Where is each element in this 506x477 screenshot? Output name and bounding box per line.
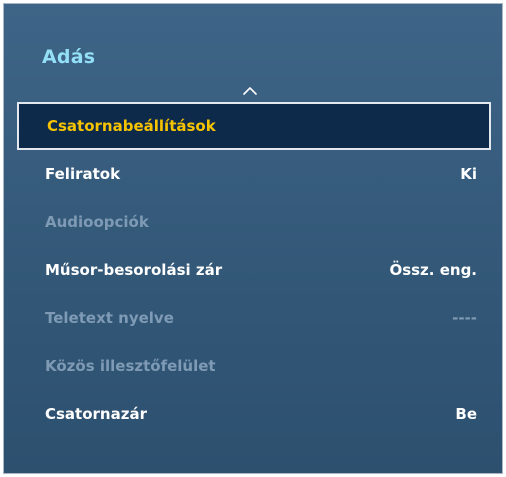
menu-item-label: Teletext nyelve [45,309,174,327]
menu-item-value: ---- [452,309,477,327]
menu-item-label: Műsor-besorolási zár [45,261,223,279]
menu-title: Adás [42,46,96,68]
settings-menu: Csatornabeállítások Feliratok Ki Audioop… [17,102,491,438]
chevron-up-icon[interactable] [243,87,257,95]
menu-item-channel-lock[interactable]: Csatornazár Be [17,390,491,438]
menu-item-value: Be [455,405,477,423]
menu-item-label: Közös illesztőfelület [45,357,216,375]
menu-item-parental-rating-lock[interactable]: Műsor-besorolási zár Össz. eng. [17,246,491,294]
settings-panel: Adás Csatornabeállítások Feliratok Ki Au… [3,3,503,474]
menu-item-label: Csatornabeállítások [47,117,216,135]
menu-item-teletext-language: Teletext nyelve ---- [17,294,491,342]
menu-item-channel-settings[interactable]: Csatornabeállítások [17,102,491,150]
menu-item-subtitles[interactable]: Feliratok Ki [17,150,491,198]
menu-item-label: Audioopciók [45,213,149,231]
menu-item-audio-options: Audioopciók [17,198,491,246]
menu-item-label: Csatornazár [45,405,147,423]
menu-item-value: Össz. eng. [389,261,477,279]
menu-item-common-interface: Közös illesztőfelület [17,342,491,390]
menu-item-label: Feliratok [45,165,121,183]
menu-item-value: Ki [460,165,477,183]
